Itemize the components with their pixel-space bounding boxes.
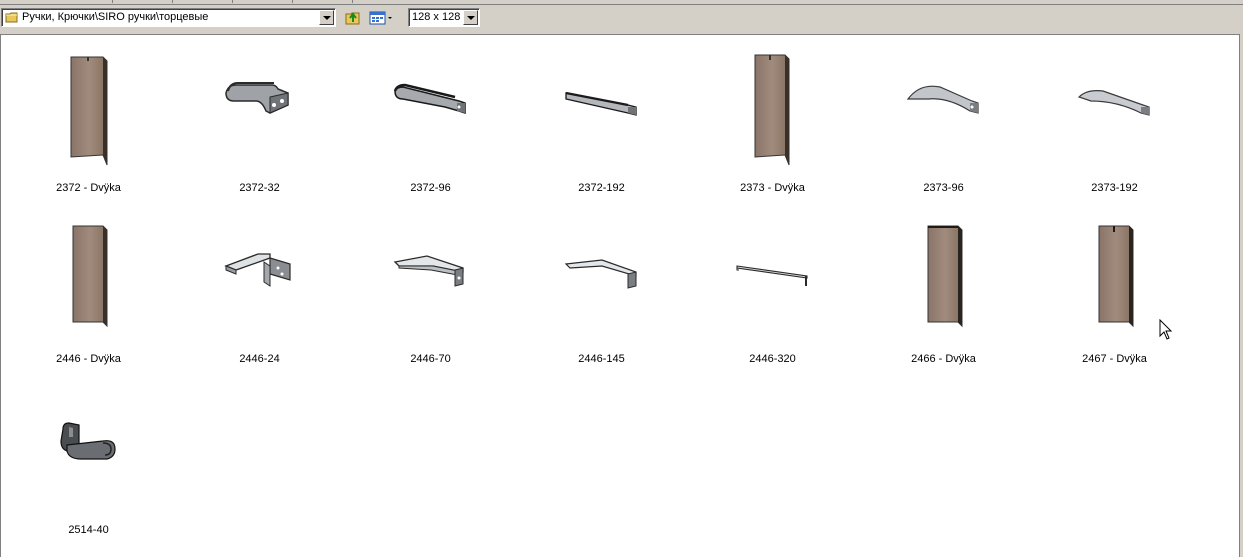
handle-curved-icon — [858, 45, 1029, 183]
hook-handle-icon — [3, 387, 174, 525]
item-tile[interactable]: 2372-32 — [174, 45, 345, 215]
item-tile[interactable]: 2373-96 — [858, 45, 1029, 215]
item-tile[interactable]: 2446-320 — [687, 216, 858, 386]
item-tile[interactable]: 2467 - Dvÿka — [1029, 216, 1200, 386]
toolbar: Ручки, Крючки\SIRO ручки\торцевые 128 x … — [0, 5, 1243, 30]
mouse-cursor-icon — [1159, 319, 1173, 340]
item-label: 2372-192 — [578, 182, 625, 194]
item-tile[interactable]: 2514-40 — [3, 387, 174, 557]
item-tile[interactable]: 2446-70 — [345, 216, 516, 386]
folder-icon — [5, 12, 18, 23]
item-tile[interactable]: 2372-96 — [345, 45, 516, 215]
item-tile[interactable]: 2446-24 — [174, 216, 345, 386]
item-label: 2373-192 — [1091, 182, 1138, 194]
item-label: 2446-145 — [578, 353, 625, 365]
handle-bracket-icon — [174, 216, 345, 354]
thumbnail-size-dropdown-button[interactable] — [463, 10, 478, 25]
path-value: Ручки, Крючки\SIRO ручки\торцевые — [22, 11, 209, 23]
door-panel-icon — [3, 45, 174, 183]
door-panel-icon — [858, 216, 1029, 354]
door-panel-icon — [1029, 216, 1200, 354]
handle-flat-long-icon — [516, 216, 687, 354]
door-panel-icon — [687, 45, 858, 183]
item-tile[interactable]: 2372-192 — [516, 45, 687, 215]
thumbnail-panel: 2372 - Dvÿka 2372-32 2372-96 2372-192 23… — [0, 34, 1239, 557]
item-tile[interactable]: 2466 - Dvÿka — [858, 216, 1029, 386]
path-combobox[interactable]: Ручки, Крючки\SIRO ручки\торцевые — [1, 8, 336, 27]
item-label: 2446-70 — [410, 353, 451, 365]
item-label: 2514-40 — [68, 524, 109, 536]
item-label: 2373-96 — [923, 182, 964, 194]
item-label: 2466 - Dvÿka — [911, 353, 976, 365]
handle-curved-long-icon — [1029, 45, 1200, 183]
item-tile[interactable]: 2372 - Dvÿka — [3, 45, 174, 215]
item-label: 2446 - Dvÿka — [56, 353, 121, 365]
item-label: 2446-24 — [239, 353, 280, 365]
item-tile[interactable]: 2446 - Dvÿka — [3, 216, 174, 386]
handle-long-icon — [516, 45, 687, 183]
handle-short-icon — [174, 45, 345, 183]
thumbnail-size-select[interactable]: 128 x 128 — [408, 8, 480, 27]
item-label: 2372 - Dvÿka — [56, 182, 121, 194]
item-label: 2373 - Dvÿka — [740, 182, 805, 194]
thumbnail-size-value: 128 x 128 — [412, 11, 461, 23]
item-label: 2372-96 — [410, 182, 451, 194]
path-dropdown-button[interactable] — [319, 10, 334, 25]
item-label: 2372-32 — [239, 182, 280, 194]
item-tile[interactable]: 2446-145 — [516, 216, 687, 386]
folder-up-icon[interactable] — [343, 8, 363, 28]
handle-rail-icon — [687, 216, 858, 354]
item-label: 2467 - Dvÿka — [1082, 353, 1147, 365]
door-panel-icon — [3, 216, 174, 354]
handle-medium-icon — [345, 45, 516, 183]
item-label: 2446-320 — [749, 353, 796, 365]
vertical-scrollbar[interactable] — [1239, 34, 1243, 557]
item-tile[interactable]: 2373-192 — [1029, 45, 1200, 215]
item-tile[interactable]: 2373 - Dvÿka — [687, 45, 858, 215]
view-mode-icon[interactable] — [368, 8, 394, 28]
handle-flat-icon — [345, 216, 516, 354]
